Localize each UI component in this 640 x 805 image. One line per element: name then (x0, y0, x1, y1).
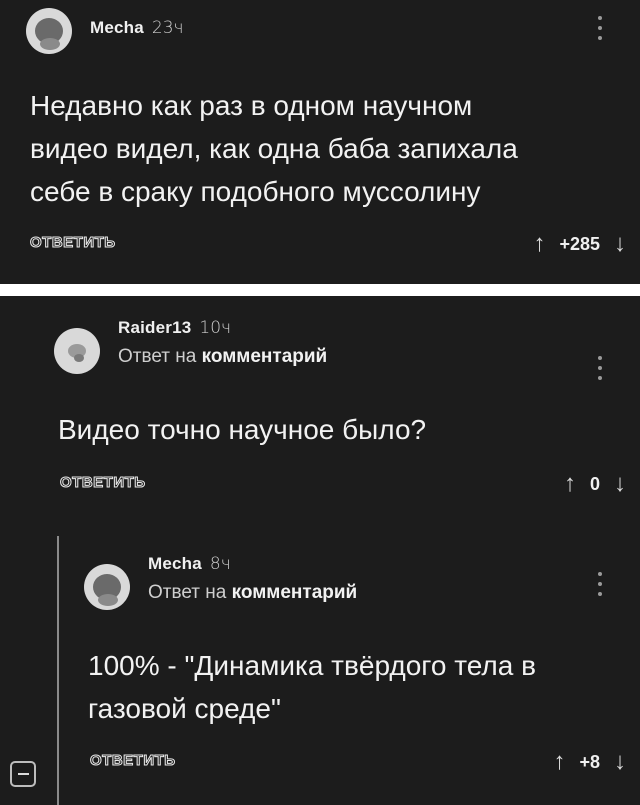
avatar[interactable] (54, 328, 100, 374)
comment-2: Raider13 10ч Ответ на комментарий Видео … (54, 318, 626, 508)
reply-to-label: Ответ на комментарий (118, 346, 328, 367)
vote-score: +285 (559, 233, 600, 254)
more-options-icon[interactable] (597, 572, 603, 596)
reply-to-link[interactable]: комментарий (202, 346, 328, 367)
more-options-icon[interactable] (597, 16, 603, 40)
author-name[interactable]: Raider13 (118, 318, 191, 338)
arrow-up-icon[interactable]: ↑ (564, 470, 576, 498)
reply-button[interactable]: ОТВЕТИТЬ (90, 752, 176, 770)
comment-1: Mecha 23ч Недавно как раз в одном научно… (26, 8, 626, 278)
comment-time: 8ч (209, 554, 231, 574)
author-name[interactable]: Mecha (90, 18, 144, 38)
vote-controls: ↑ +285 ↓ (533, 230, 626, 258)
comment-time: 10ч (199, 318, 232, 338)
vote-score: +8 (579, 751, 600, 772)
vote-score: 0 (589, 473, 600, 494)
author-name[interactable]: Mecha (148, 554, 202, 574)
reply-to-label: Ответ на комментарий (148, 582, 358, 603)
arrow-down-icon[interactable]: ↓ (614, 748, 626, 776)
comment-text: Недавно как раз в одном научном видео ви… (30, 90, 518, 207)
comment-time: 23ч (151, 18, 184, 38)
arrow-down-icon[interactable]: ↓ (614, 470, 626, 498)
vote-controls: ↑ 0 ↓ (564, 470, 626, 498)
avatar[interactable] (84, 564, 130, 610)
thread-line[interactable] (57, 536, 59, 805)
comment-3: Mecha 8ч Ответ на комментарий 100% - "Ди… (84, 554, 626, 799)
reply-button[interactable]: ОТВЕТИТЬ (60, 474, 146, 492)
minus-square-icon[interactable] (10, 761, 36, 787)
more-options-icon[interactable] (597, 356, 603, 380)
arrow-up-icon[interactable]: ↑ (533, 230, 545, 258)
arrow-down-icon[interactable]: ↓ (614, 230, 626, 258)
section-separator (0, 284, 640, 296)
arrow-up-icon[interactable]: ↑ (553, 748, 565, 776)
avatar[interactable] (26, 8, 72, 54)
comment-header: Raider13 10ч Ответ на комментарий (54, 318, 327, 374)
comment-text: 100% - "Динамика твёрдого тела в газовой… (88, 650, 536, 724)
vote-controls: ↑ +8 ↓ (553, 748, 626, 776)
reply-button[interactable]: ОТВЕТИТЬ (30, 234, 116, 252)
comment-panel-top: Mecha 23ч Недавно как раз в одном научно… (0, 0, 640, 284)
comment-header: Mecha 23ч (26, 8, 184, 54)
reply-to-link[interactable]: комментарий (232, 582, 358, 603)
comment-header: Mecha 8ч Ответ на комментарий (84, 554, 357, 610)
comment-panel-bottom: Raider13 10ч Ответ на комментарий Видео … (0, 296, 640, 805)
comment-text: Видео точно научное было? (58, 414, 427, 445)
